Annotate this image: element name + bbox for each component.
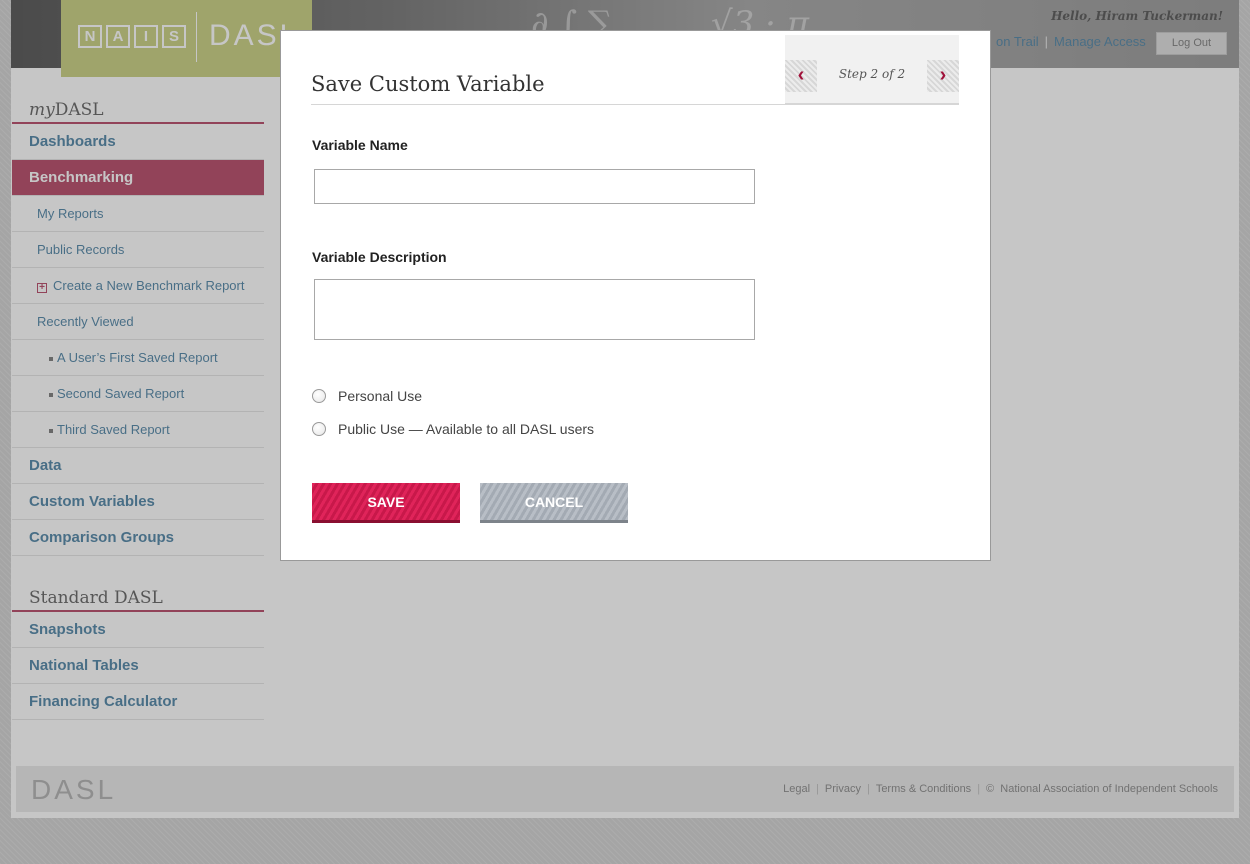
save-custom-variable-dialog: Save Custom Variable ‹ Step 2 of 2 › Var… (280, 30, 991, 561)
dialog-title: Save Custom Variable (311, 72, 545, 96)
variable-name-label: Variable Name (312, 137, 408, 153)
public-use-option[interactable]: Public Use — Available to all DASL users (312, 421, 594, 437)
radio-label: Public Use — Available to all DASL users (338, 421, 595, 437)
save-button[interactable]: SAVE (312, 483, 460, 523)
personal-use-option[interactable]: Personal Use (312, 388, 422, 404)
step-navigator: ‹ Step 2 of 2 › (785, 35, 959, 105)
variable-name-input[interactable] (314, 169, 755, 204)
variable-description-input[interactable] (314, 279, 755, 340)
cancel-button[interactable]: CANCEL (480, 483, 628, 523)
variable-description-label: Variable Description (312, 249, 447, 265)
chevron-right-icon[interactable]: › (927, 60, 959, 92)
radio-button[interactable] (312, 389, 326, 403)
radio-button[interactable] (312, 422, 326, 436)
radio-label: Personal Use (338, 388, 423, 404)
